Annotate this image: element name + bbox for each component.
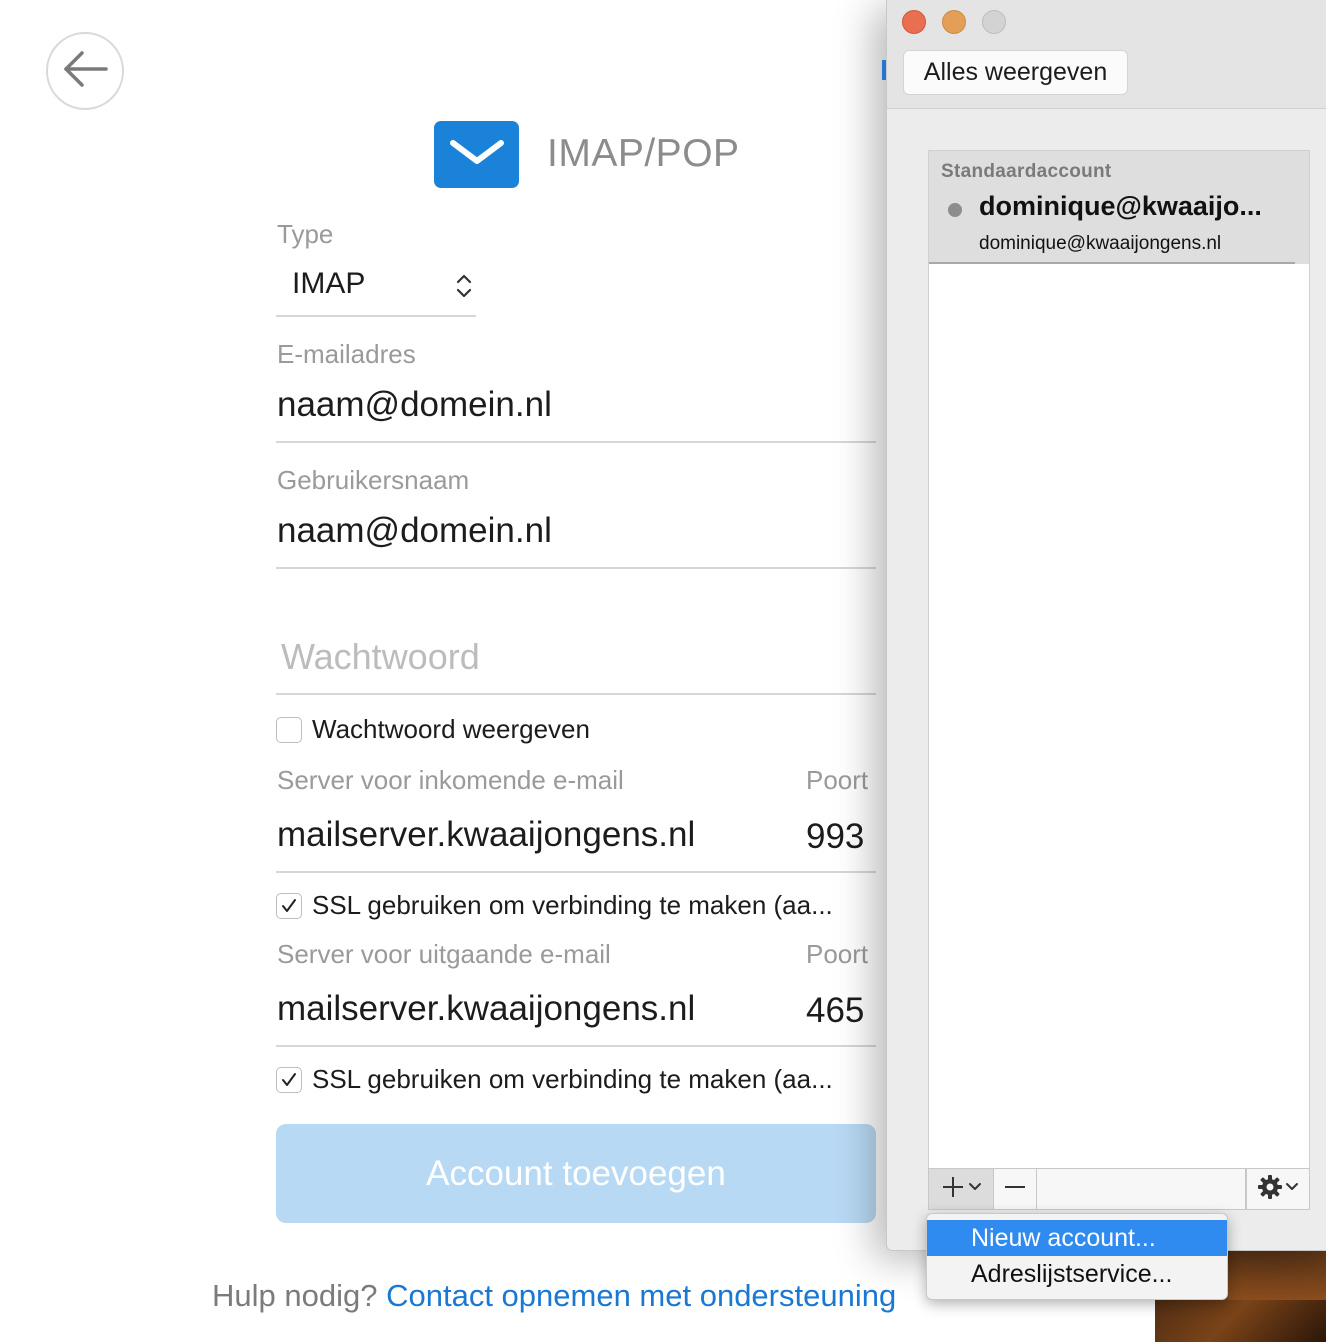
account-type-header: IMAP/POP	[434, 120, 740, 188]
checkmark-icon	[282, 898, 296, 912]
show-password-label: Wachtwoord weergeven	[312, 714, 590, 744]
incoming-port-label: Poort	[806, 765, 869, 795]
show-password-checkbox[interactable]	[276, 716, 302, 743]
account-group-label: Standaardaccount	[941, 161, 1112, 182]
help-prefix: Hulp nodig?	[212, 1278, 378, 1313]
outgoing-server-field[interactable]: mailserver.kwaaijongens.nl	[277, 989, 695, 1029]
password-field[interactable]: Wachtwoord	[281, 636, 480, 678]
outgoing-server-underline	[276, 1045, 876, 1047]
incoming-ssl-row[interactable]: SSL gebruiken om verbinding te maken (aa…	[276, 890, 833, 921]
account-item-divider	[929, 262, 1295, 264]
arrow-left-icon	[60, 49, 110, 94]
add-account-dropdown-menu: Nieuw account... Adreslijstservice...	[926, 1213, 1228, 1300]
toolbar-spacer	[1037, 1169, 1246, 1209]
username-field-underline	[276, 567, 876, 569]
gear-icon	[1256, 1173, 1284, 1206]
account-email: dominique@kwaaijongens.nl	[979, 233, 1222, 254]
add-account-button[interactable]: Account toevoegen	[276, 1124, 876, 1223]
incoming-server-field[interactable]: mailserver.kwaaijongens.nl	[277, 815, 695, 855]
minus-icon	[1002, 1174, 1028, 1205]
chevron-down-icon	[967, 1180, 983, 1198]
chevron-updown-icon	[454, 271, 474, 306]
type-label: Type	[277, 219, 334, 249]
mail-envelope-icon	[434, 120, 519, 188]
desktop-background-top	[1228, 1250, 1326, 1300]
remove-account-button[interactable]	[994, 1169, 1037, 1209]
email-field[interactable]: naam@domein.nl	[277, 385, 552, 425]
close-window-button[interactable]	[902, 10, 926, 34]
incoming-server-underline	[276, 871, 876, 873]
chevron-down-icon	[1284, 1180, 1300, 1198]
accounts-toolbar	[928, 1168, 1310, 1210]
window-titlebar: Alles weergeven	[887, 0, 1326, 109]
status-dot-icon	[948, 203, 962, 217]
incoming-ssl-checkbox[interactable]	[276, 892, 302, 919]
menu-item-new-account[interactable]: Nieuw account...	[927, 1220, 1227, 1256]
back-button[interactable]	[46, 32, 124, 110]
username-field[interactable]: naam@domein.nl	[277, 511, 552, 551]
zoom-window-button[interactable]	[982, 10, 1006, 34]
outgoing-server-label: Server voor uitgaande e-mail	[277, 939, 611, 969]
focus-indicator	[882, 60, 886, 80]
account-list-item[interactable]: Standaardaccount dominique@kwaaijo... do…	[929, 151, 1309, 264]
show-all-button[interactable]: Alles weergeven	[903, 50, 1128, 95]
minimize-window-button[interactable]	[942, 10, 966, 34]
incoming-server-label: Server voor inkomende e-mail	[277, 765, 624, 795]
accounts-window: Alles weergeven Standaardaccount dominiq…	[882, 0, 1326, 1251]
checkmark-icon	[282, 1072, 296, 1086]
page-title: IMAP/POP	[547, 132, 740, 175]
type-select-underline	[276, 315, 476, 317]
add-account-menu-button[interactable]	[929, 1169, 994, 1209]
accounts-list[interactable]: Standaardaccount dominique@kwaaijo... do…	[928, 150, 1310, 1170]
show-password-row[interactable]: Wachtwoord weergeven	[276, 714, 590, 745]
settings-menu-button[interactable]	[1246, 1169, 1309, 1209]
outgoing-ssl-checkbox[interactable]	[276, 1066, 302, 1093]
password-field-underline	[276, 693, 876, 695]
type-select[interactable]: IMAP	[276, 255, 476, 317]
outgoing-ssl-row[interactable]: SSL gebruiken om verbinding te maken (aa…	[276, 1064, 833, 1095]
outgoing-port-label: Poort	[806, 939, 869, 969]
incoming-ssl-label: SSL gebruiken om verbinding te maken (aa…	[312, 890, 833, 920]
username-label: Gebruikersnaam	[277, 465, 470, 495]
contact-support-link[interactable]: Contact opnemen met ondersteuning	[386, 1278, 896, 1313]
incoming-port-field[interactable]: 993	[806, 817, 864, 857]
email-field-underline	[276, 441, 876, 443]
outgoing-ssl-label: SSL gebruiken om verbinding te maken (aa…	[312, 1064, 833, 1094]
menu-item-directory-service[interactable]: Adreslijstservice...	[927, 1256, 1227, 1292]
outgoing-port-field[interactable]: 465	[806, 991, 864, 1031]
email-label: E-mailadres	[277, 339, 416, 369]
account-name: dominique@kwaaijo...	[979, 191, 1262, 221]
plus-icon	[939, 1173, 967, 1206]
help-text: Hulp nodig? Contact opnemen met onderste…	[212, 1278, 896, 1314]
type-select-value: IMAP	[292, 267, 366, 300]
